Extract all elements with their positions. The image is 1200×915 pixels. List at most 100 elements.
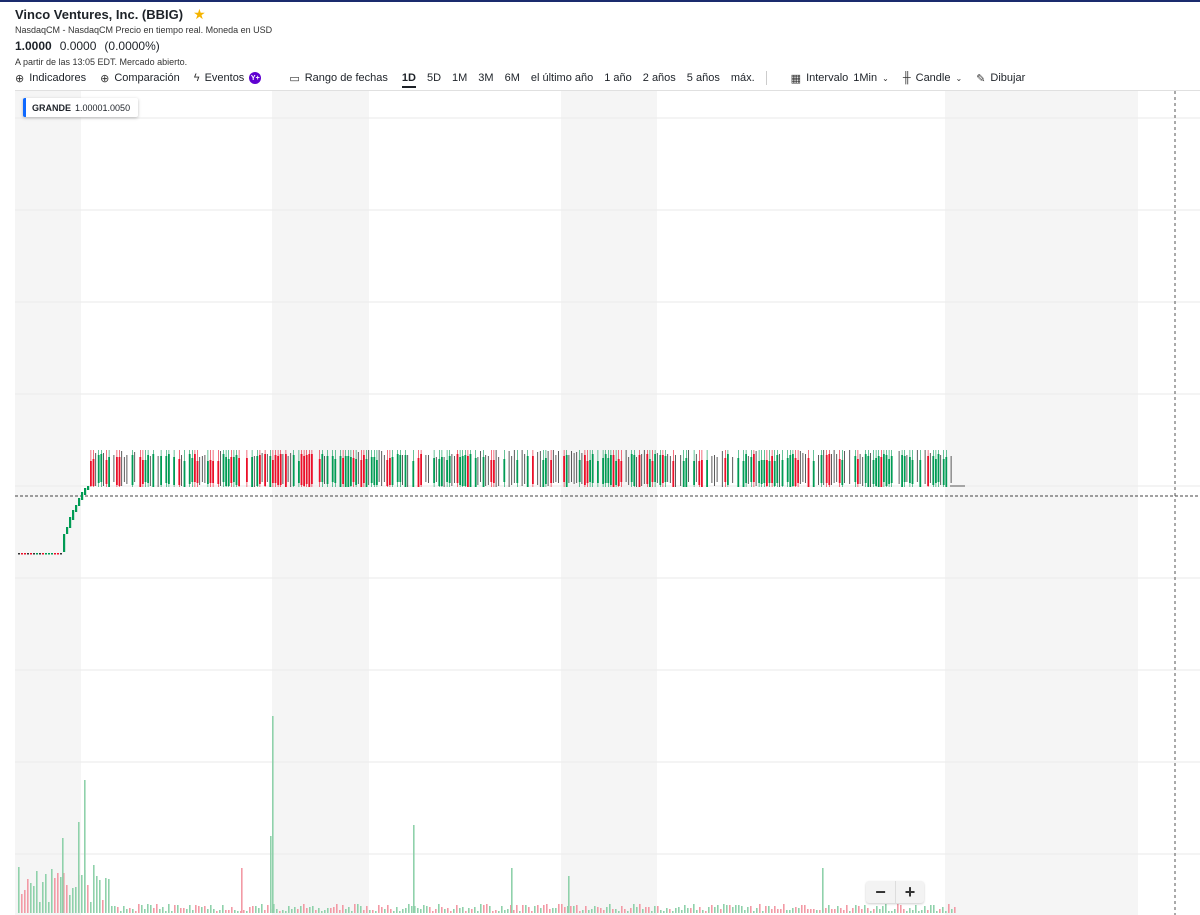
- candle: [147, 455, 149, 483]
- volume-bar: [597, 907, 599, 913]
- volume-bar: [630, 908, 632, 913]
- time-band-1: [272, 91, 369, 915]
- candle: [233, 457, 235, 482]
- candle: [672, 461, 675, 487]
- volume-bar: [795, 907, 797, 913]
- volume-bar: [468, 908, 470, 913]
- candle: [812, 461, 815, 487]
- candle: [727, 454, 729, 485]
- volume-bar: [198, 906, 200, 913]
- candle: [448, 456, 451, 483]
- volume-bar: [789, 910, 791, 913]
- volume-bar: [462, 907, 464, 913]
- volume-bar: [126, 909, 128, 913]
- candle: [620, 461, 623, 482]
- candle: [493, 460, 495, 483]
- volume-bar: [621, 906, 623, 913]
- candle: [227, 459, 230, 486]
- volume-bar: [528, 907, 530, 913]
- volume-bar: [87, 885, 89, 913]
- volume-bar: [129, 908, 131, 913]
- volume-bar: [219, 910, 221, 913]
- candle: [646, 454, 649, 484]
- volume-bar: [723, 904, 725, 913]
- volume-bar: [729, 905, 731, 913]
- candle: [932, 456, 935, 485]
- candle: [142, 460, 144, 484]
- volume-bar: [786, 910, 788, 913]
- volume-bar: [492, 911, 494, 913]
- volume-bar: [651, 911, 653, 913]
- volume-bar: [201, 907, 203, 913]
- price-chart[interactable]: [0, 0, 1200, 915]
- volume-bar: [51, 869, 53, 913]
- candle: [75, 505, 78, 512]
- candle: [165, 456, 168, 483]
- volume-bar: [603, 910, 605, 913]
- candle: [578, 460, 581, 482]
- volume-bar: [690, 908, 692, 913]
- candle: [404, 455, 407, 487]
- volume-bar: [42, 882, 44, 913]
- candle: [927, 456, 929, 486]
- volume-bar: [615, 909, 617, 913]
- candle: [864, 454, 867, 483]
- volume-bar: [375, 911, 377, 913]
- candle: [446, 460, 448, 482]
- candle: [339, 456, 342, 487]
- candle: [334, 459, 337, 483]
- volume-bar: [474, 907, 476, 913]
- volume-bar: [588, 910, 590, 913]
- candle: [875, 458, 877, 486]
- volume-bar: [912, 910, 914, 913]
- volume-bar: [318, 908, 320, 913]
- candle: [638, 455, 641, 487]
- volume-bar: [900, 905, 902, 913]
- candle: [885, 455, 888, 486]
- candle: [456, 454, 459, 483]
- volume-bar: [39, 902, 41, 913]
- volume-bar: [207, 909, 209, 913]
- candle: [867, 456, 870, 487]
- candle: [69, 517, 72, 528]
- candle: [360, 460, 363, 487]
- candle: [516, 460, 519, 483]
- candle: [318, 459, 321, 482]
- volume-bar: [309, 907, 311, 913]
- volume-bar: [408, 904, 410, 913]
- candle: [563, 456, 565, 482]
- volume-bar: [60, 877, 62, 913]
- volume-bar: [837, 906, 839, 913]
- volume-bar: [231, 907, 233, 913]
- volume-bar: [72, 888, 74, 913]
- candle: [21, 553, 23, 555]
- candle: [890, 456, 893, 483]
- volume-bar: [852, 908, 854, 913]
- candle: [116, 457, 118, 485]
- volume-bar: [555, 908, 557, 913]
- volume-bar: [756, 908, 758, 913]
- volume-bar: [180, 908, 182, 913]
- volume-bar: [819, 910, 821, 913]
- volume-bar: [441, 907, 443, 913]
- candle: [766, 460, 768, 486]
- volume-bar: [36, 871, 38, 913]
- volume-bar: [120, 911, 122, 913]
- volume-bar: [261, 904, 263, 913]
- zoom-out-button[interactable]: −: [866, 881, 895, 903]
- volume-bar: [141, 905, 143, 913]
- volume-bar: [177, 905, 179, 913]
- candle: [742, 461, 745, 487]
- zoom-in-button[interactable]: +: [895, 881, 924, 903]
- chart-legend[interactable]: GRANDE 1.00001.0050: [23, 98, 139, 117]
- volume-bar: [252, 906, 254, 913]
- candle: [51, 553, 53, 555]
- candle: [399, 455, 402, 482]
- volume-bar: [882, 906, 884, 913]
- volume-bar: [843, 910, 845, 913]
- candle: [901, 455, 903, 487]
- candle: [701, 460, 703, 487]
- candle: [438, 459, 441, 486]
- candle: [272, 460, 274, 483]
- volume-bar: [568, 876, 570, 913]
